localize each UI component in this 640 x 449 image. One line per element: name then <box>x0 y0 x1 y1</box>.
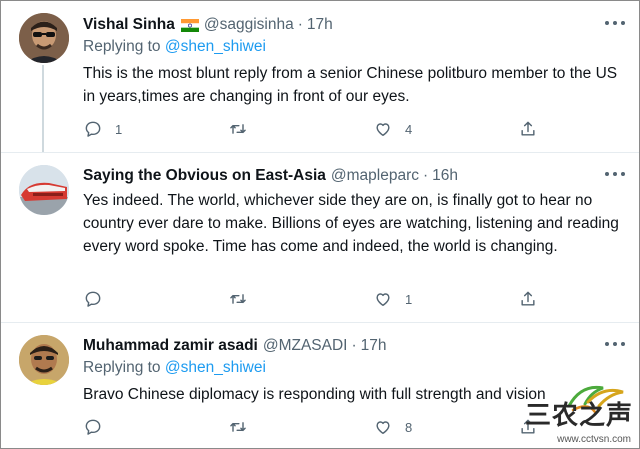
retweet-icon <box>230 294 246 304</box>
display-name[interactable]: Muhammad zamir asadi <box>83 337 258 355</box>
share-button[interactable] <box>518 119 548 139</box>
timestamp[interactable]: 16h <box>432 167 458 185</box>
like-icon <box>376 421 390 434</box>
timestamp[interactable]: 17h <box>307 16 333 34</box>
like-button[interactable]: 8 <box>373 417 518 437</box>
more-icon[interactable] <box>605 338 625 350</box>
like-icon <box>376 293 390 306</box>
like-icon <box>376 123 390 136</box>
tweet-actions: 8 <box>83 417 553 437</box>
user-handle[interactable]: @MZASADI <box>263 337 348 355</box>
tweet-header: Vishal Sinha @saggisinha · 17h <box>83 14 333 36</box>
reply-button[interactable] <box>83 417 228 437</box>
india-flag-icon <box>180 18 199 32</box>
reply-button[interactable]: 1 <box>83 119 228 139</box>
tweet-actions: 1 4 <box>83 119 553 139</box>
like-count: 4 <box>405 121 413 137</box>
separator-dot: · <box>351 337 357 354</box>
reply-count: 1 <box>115 121 123 137</box>
display-name[interactable]: Vishal Sinha <box>83 16 175 34</box>
replying-to: Replying to @shen_shiwei <box>83 359 266 377</box>
share-icon <box>521 291 535 306</box>
tweet-text: This is the most blunt reply from a seni… <box>83 65 618 105</box>
share-button[interactable] <box>518 289 548 309</box>
avatar[interactable] <box>19 335 69 385</box>
more-icon[interactable] <box>605 168 625 180</box>
avatar[interactable] <box>19 165 69 215</box>
replying-to: Replying to @shen_shiwei <box>83 38 266 56</box>
retweet-icon <box>230 124 246 134</box>
reply-icon <box>85 291 101 307</box>
watermark-text: 三农之声 <box>524 401 633 431</box>
avatar[interactable] <box>19 13 69 63</box>
tweet-vishal-sinha[interactable]: Vishal Sinha @saggisinha · 17h Replying … <box>1 1 639 153</box>
display-name[interactable]: Saying the Obvious on East-Asia <box>83 167 326 185</box>
retweet-icon <box>230 422 246 432</box>
like-count: 1 <box>405 291 413 307</box>
twitter-thread: Vishal Sinha @saggisinha · 17h Replying … <box>0 0 640 449</box>
retweet-button[interactable] <box>228 289 373 309</box>
reply-icon <box>85 419 101 435</box>
thread-connector-line <box>42 65 44 153</box>
like-count: 8 <box>405 419 413 435</box>
tweet-saying-the-obvious[interactable]: Saying the Obvious on East-Asia @maplepa… <box>1 152 639 322</box>
separator-dot: · <box>423 167 429 184</box>
tweet-header: Saying the Obvious on East-Asia @maplepa… <box>83 165 458 187</box>
timestamp[interactable]: 17h <box>361 337 387 355</box>
replying-prefix: Replying to <box>83 359 161 376</box>
more-icon[interactable] <box>605 17 625 29</box>
reply-icon <box>85 121 101 137</box>
mention-link[interactable]: @shen_shiwei <box>165 38 266 55</box>
watermark-logo: 三农之声 www.cctvsn.com <box>525 378 633 446</box>
share-icon <box>521 121 535 136</box>
tweet-header: Muhammad zamir asadi @MZASADI · 17h <box>83 335 387 357</box>
separator-dot: · <box>297 16 303 33</box>
replying-prefix: Replying to <box>83 38 161 55</box>
mention-link[interactable]: @shen_shiwei <box>165 359 266 376</box>
reply-button[interactable] <box>83 289 228 309</box>
tweet-actions: 1 <box>83 289 553 309</box>
like-button[interactable]: 1 <box>373 289 518 309</box>
retweet-button[interactable] <box>228 119 373 139</box>
watermark-url: www.cctvsn.com <box>557 434 631 445</box>
retweet-button[interactable] <box>228 417 373 437</box>
tweet-text: Yes indeed. The world, whichever side th… <box>83 192 619 255</box>
like-button[interactable]: 4 <box>373 119 518 139</box>
user-handle[interactable]: @mapleparc <box>331 167 419 185</box>
user-handle[interactable]: @saggisinha <box>204 16 294 34</box>
